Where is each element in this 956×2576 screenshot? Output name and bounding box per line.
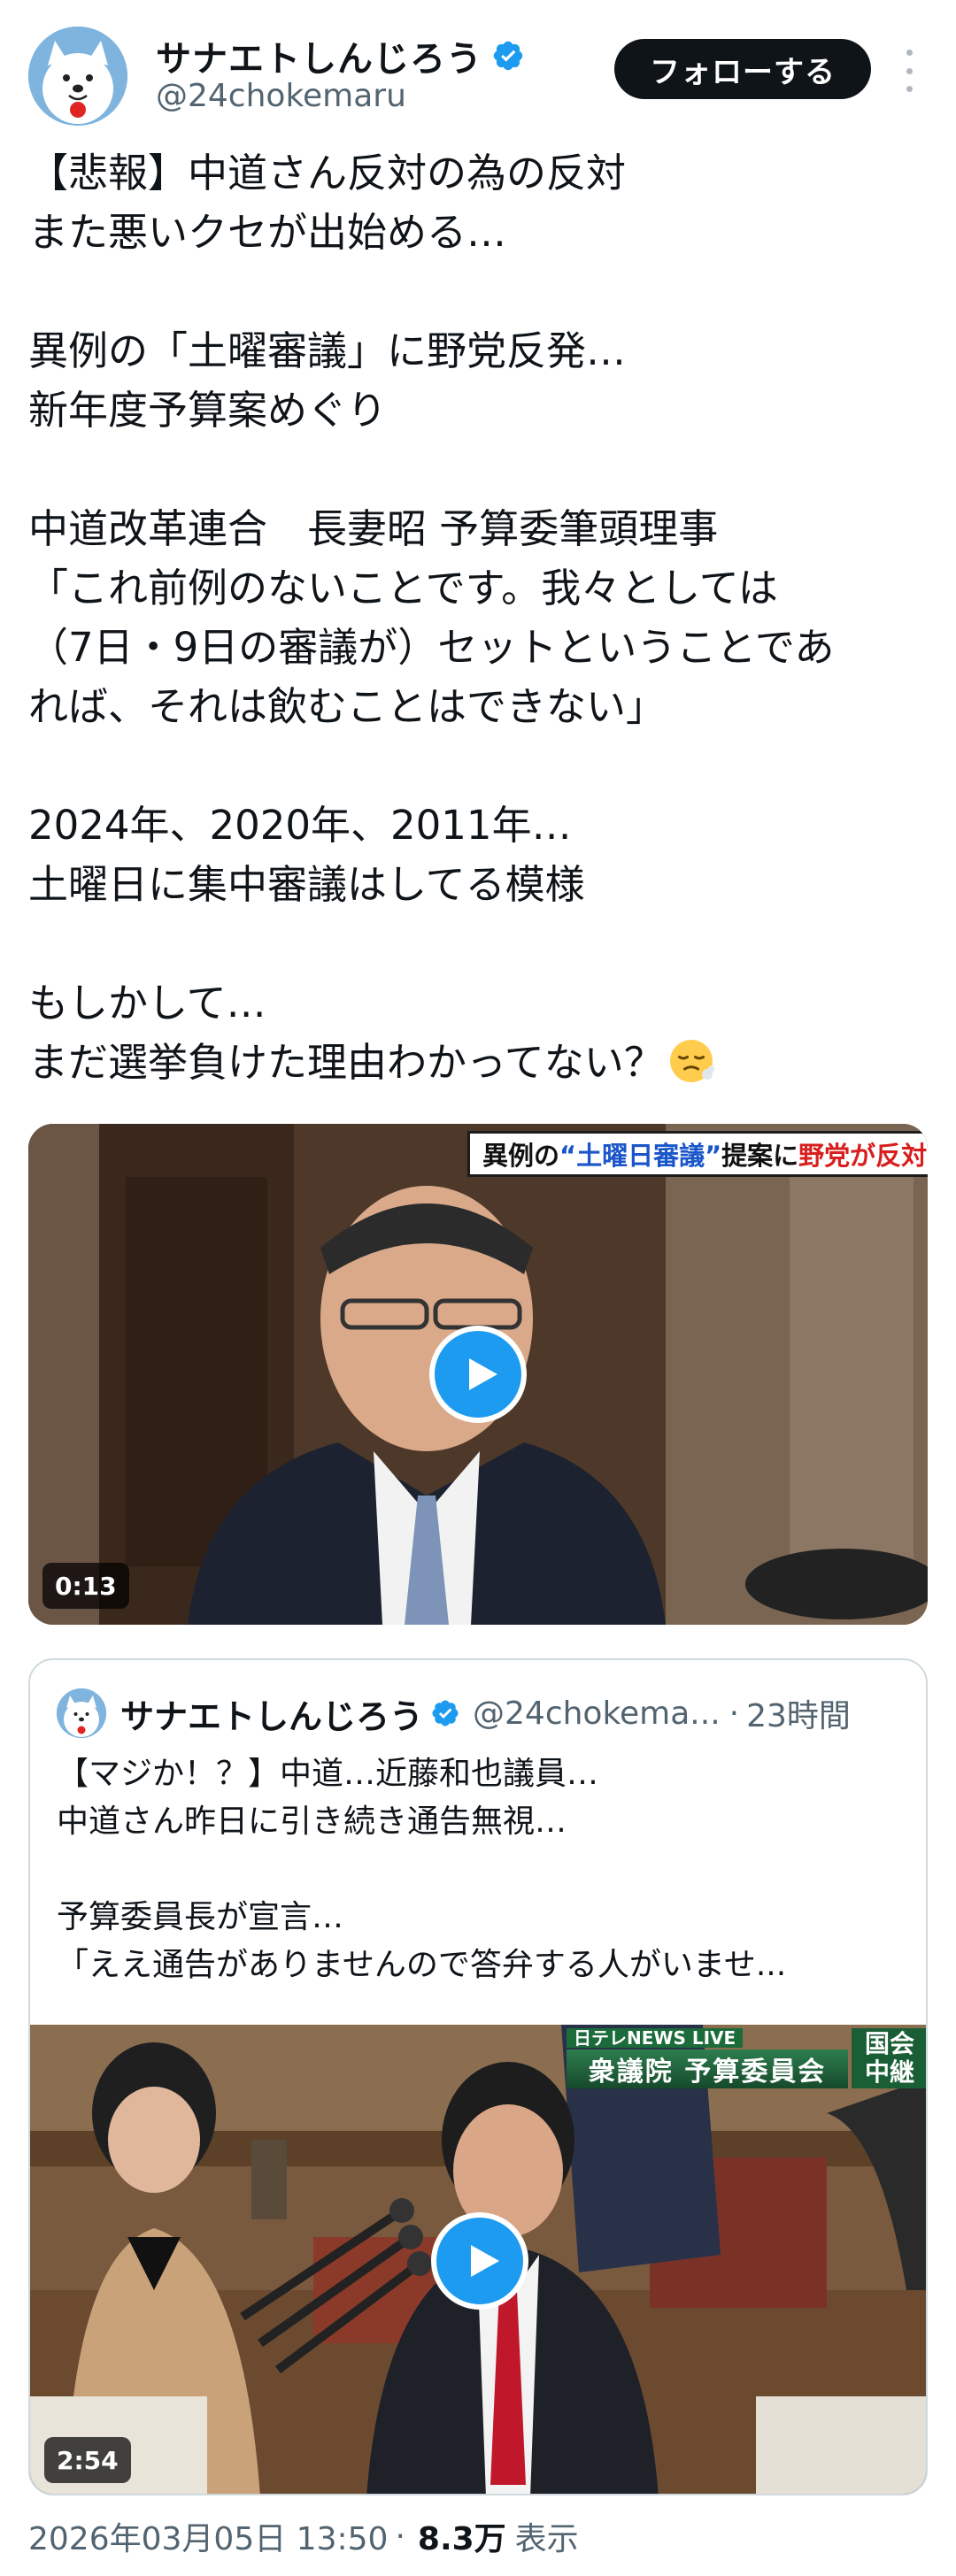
news-caption: 衆議院 予算委員会 xyxy=(567,2049,848,2088)
tweet-datetime[interactable]: 2026年03月05日 13:50 xyxy=(28,2513,388,2559)
quoted-timestamp: 23時間 xyxy=(746,1698,851,1734)
more-vertical-icon[interactable] xyxy=(896,46,922,96)
tweet-line: 土曜日に集中審議はしてる模様 xyxy=(28,861,585,908)
banner-text-4: 野党が反対 xyxy=(798,1141,928,1171)
view-count: 8.3万 xyxy=(417,2521,506,2557)
tweet-line: （7日・9日の審議が）セットということであ xyxy=(28,624,835,671)
quoted-author-avatar xyxy=(57,1688,106,1738)
tweet-line: 【悲報】中道さん反対の為の反対 xyxy=(28,150,627,196)
news-live-label: 日テレNEWS LIVE xyxy=(567,2028,744,2048)
samoyed-avatar-icon xyxy=(28,27,127,126)
footer-separator: · xyxy=(395,2518,405,2555)
banner-text-2: “土曜日審議” xyxy=(559,1141,722,1171)
news-tag-line-2: 中継 xyxy=(864,2057,914,2087)
tweet-footer: 2026年03月05日 13:50 · 8.3万 表示 xyxy=(28,2511,579,2561)
play-button[interactable] xyxy=(431,2212,528,2310)
verified-badge-icon xyxy=(493,41,523,71)
tweet-line-last: まだ選挙負けた理由わかってない？ xyxy=(28,1033,940,1092)
verified-badge-icon xyxy=(432,1700,459,1726)
tweet-line: 新年度予算案めぐり xyxy=(28,387,388,434)
quoted-line: 中道さん昨日に引き続き通告無視… xyxy=(57,1803,567,1840)
video-caption-banner: 異例の “土曜日審議” 提案に 野党が反対 xyxy=(467,1131,928,1177)
tweet-line: また悪いクセが出始める… xyxy=(28,209,507,256)
play-icon xyxy=(469,1358,497,1390)
banner-text-1: 異例の xyxy=(482,1141,560,1171)
play-button[interactable] xyxy=(429,1326,527,1423)
news-overlay: 日テレNEWS LIVE 衆議院 予算委員会 国会 中継 xyxy=(567,2028,926,2090)
quoted-line: 【マジか！？】中道…近藤和也議員… xyxy=(57,1756,599,1792)
tweet-line: 「これ前例のないことです。我々としては xyxy=(28,565,778,611)
video-duration: 2:54 xyxy=(44,2437,131,2483)
face-exhaling-emoji xyxy=(669,1040,715,1082)
quoted-tweet[interactable]: サナエトしんじろう @24chokema... · 23時間 【マジか！？】中道… xyxy=(28,1658,928,2495)
tweet-line: 2024年、2020年、2011年… xyxy=(28,802,572,849)
video-player[interactable]: 異例の “土曜日審議” 提案に 野党が反対 0:13 xyxy=(28,1124,928,1625)
quoted-author-handle: @24chokema... xyxy=(473,1695,721,1732)
quoted-video-player[interactable]: 日テレNEWS LIVE 衆議院 予算委員会 国会 中継 2:54 xyxy=(30,2025,926,2494)
banner-text-3: 提案に xyxy=(721,1141,799,1171)
news-tag-line-1: 国会 xyxy=(864,2029,914,2058)
video-duration: 0:13 xyxy=(42,1563,129,1609)
author-handle[interactable]: @24chokemaru xyxy=(156,78,406,114)
tweet-text: 【悲報】中道さん反対の為の反対 また悪いクセが出始める… 異例の「土曜審議」に野… xyxy=(28,143,940,1092)
quoted-tweet-header: サナエトしんじろう @24chokema... · 23時間 xyxy=(57,1687,851,1740)
quoted-line: 「ええ通告がありませんので答弁する人がいませ... xyxy=(57,1947,787,1983)
author-avatar[interactable] xyxy=(28,27,127,126)
tweet-line: 異例の「土曜審議」に野党反発… xyxy=(28,327,627,374)
tweet-header: サナエトしんじろう @24chokemaru フォローする xyxy=(0,0,956,142)
samoyed-avatar-icon xyxy=(57,1688,106,1738)
quoted-separator: · xyxy=(729,1695,740,1732)
author-name-row: サナエトしんじろう xyxy=(156,30,525,81)
quoted-tweet-text: 【マジか！？】中道…近藤和也議員… 中道さん昨日に引き続き通告無視… 予算委員長… xyxy=(57,1750,906,1989)
news-tag: 国会 中継 xyxy=(852,2028,926,2088)
quoted-blank-line xyxy=(57,1846,906,1894)
quoted-author-name: サナエトしんじろう xyxy=(120,1696,424,1736)
tweet-line: れば、それは飲むことはできない」 xyxy=(28,683,667,730)
quoted-line: 予算委員長が宣言… xyxy=(57,1899,344,1935)
play-icon xyxy=(471,2245,499,2277)
tweet-line: 中道改革連合 長妻昭 予算委筆頭理事 xyxy=(28,505,719,552)
author-name[interactable]: サナエトしんじろう xyxy=(156,30,482,81)
tweet-line-text: まだ選挙負けた理由わかってない？ xyxy=(28,1039,664,1086)
follow-button[interactable]: フォローする xyxy=(614,39,871,99)
view-count-label: 表示 xyxy=(514,2521,579,2557)
tweet-line: もしかして… xyxy=(28,980,266,1027)
